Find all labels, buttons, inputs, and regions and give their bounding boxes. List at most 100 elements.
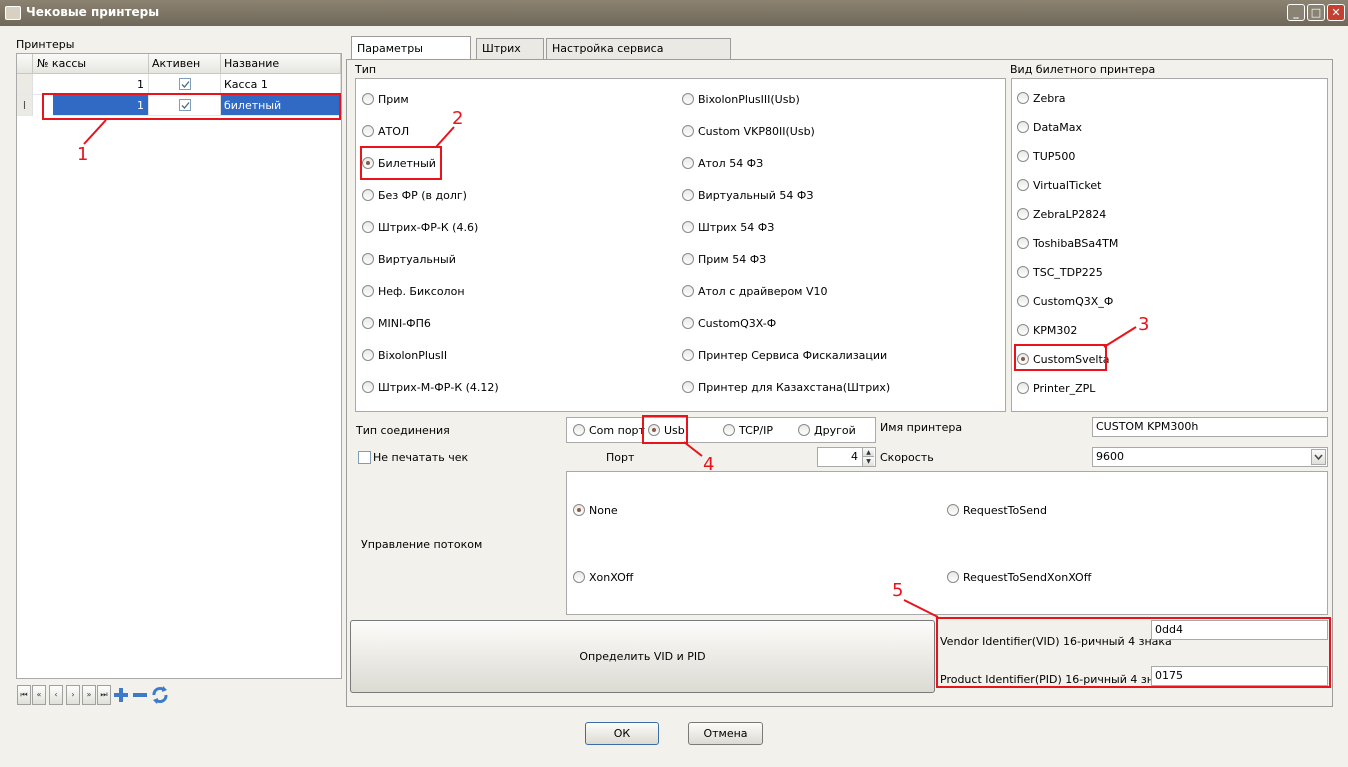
- type-option-label[interactable]: Прим 54 ФЗ: [698, 253, 766, 266]
- port-up-icon[interactable]: ▲: [862, 448, 874, 457]
- type-option-label[interactable]: Неф. Биксолон: [378, 285, 465, 298]
- ticket-printer-option-label[interactable]: TUP500: [1033, 150, 1075, 163]
- type-option-radio[interactable]: [362, 189, 374, 201]
- ticket-printer-option-label[interactable]: Printer_ZPL: [1033, 382, 1095, 395]
- ticket-printer-option-radio[interactable]: [1017, 179, 1029, 191]
- ticket-printer-option-label[interactable]: DataMax: [1033, 121, 1082, 134]
- port-down-icon[interactable]: ▼: [862, 457, 874, 466]
- tab-printer-params[interactable]: Параметры принтера: [351, 36, 471, 78]
- ticket-printer-option-radio[interactable]: [1017, 266, 1029, 278]
- printer-name-input[interactable]: CUSTOM KPM300h: [1092, 417, 1328, 437]
- detect-vid-pid-button[interactable]: Определить VID и PID: [350, 620, 935, 693]
- ticket-printer-option-radio[interactable]: [1017, 121, 1029, 133]
- table-row-name[interactable]: Касса 1: [221, 74, 341, 95]
- type-option-radio[interactable]: [682, 189, 694, 201]
- row-indicator[interactable]: [17, 74, 33, 95]
- type-option-radio[interactable]: [362, 285, 374, 297]
- row-selected-marker[interactable]: I: [17, 95, 33, 116]
- radio-flow-rts-xonxoff-label[interactable]: RequestToSendXonXOff: [963, 571, 1091, 584]
- type-option-radio[interactable]: [682, 317, 694, 329]
- maximize-button[interactable]: □: [1307, 4, 1325, 21]
- type-option-radio[interactable]: [362, 253, 374, 265]
- nav-last-button[interactable]: ⏭: [97, 685, 111, 705]
- ticket-printer-option-label[interactable]: KPM302: [1033, 324, 1077, 337]
- type-option-radio[interactable]: [682, 253, 694, 265]
- column-header-name[interactable]: Название: [221, 54, 341, 74]
- radio-other[interactable]: [798, 424, 810, 436]
- radio-flow-rts[interactable]: [947, 504, 959, 516]
- ticket-printer-option-label[interactable]: TSC_TDP225: [1033, 266, 1103, 279]
- ticket-printer-option-radio[interactable]: [1017, 295, 1029, 307]
- radio-flow-none-label[interactable]: None: [589, 504, 618, 517]
- type-option-label[interactable]: Штрих-ФР-К (4.6): [378, 221, 478, 234]
- nav-prev-button[interactable]: ‹: [49, 685, 63, 705]
- type-option-label[interactable]: Custom VKP80II(Usb): [698, 125, 815, 138]
- ticket-printer-option-radio[interactable]: [1017, 92, 1029, 104]
- type-option-label[interactable]: Без ФР (в долг): [378, 189, 467, 202]
- type-option-radio[interactable]: [682, 381, 694, 393]
- column-header-active[interactable]: Активен: [149, 54, 221, 74]
- type-option-radio[interactable]: [362, 317, 374, 329]
- type-option-radio[interactable]: [362, 221, 374, 233]
- minimize-button[interactable]: _: [1287, 4, 1305, 21]
- remove-record-icon[interactable]: [132, 685, 148, 705]
- title-bar[interactable]: Чековые принтеры _ □ ✕: [0, 0, 1348, 26]
- nav-first-button[interactable]: ⏮: [17, 685, 31, 705]
- type-option-label[interactable]: CustomQ3X-Ф: [698, 317, 776, 330]
- radio-com-port[interactable]: [573, 424, 585, 436]
- type-option-radio[interactable]: [682, 285, 694, 297]
- radio-flow-xonxoff-label[interactable]: XonXOff: [589, 571, 633, 584]
- radio-other-label[interactable]: Другой: [814, 424, 856, 437]
- radio-com-port-label[interactable]: Com порт: [589, 424, 645, 437]
- type-option-label[interactable]: Принтер Сервиса Фискализации: [698, 349, 887, 362]
- tab-barcode[interactable]: Штрих код: [476, 38, 544, 75]
- type-option-label[interactable]: Виртуальный 54 ФЗ: [698, 189, 813, 202]
- type-option-label[interactable]: BixolonPlusIII(Usb): [698, 93, 800, 106]
- ticket-printer-option-radio[interactable]: [1017, 150, 1029, 162]
- type-option-radio[interactable]: [682, 93, 694, 105]
- type-option-radio[interactable]: [682, 125, 694, 137]
- active-checkbox[interactable]: [179, 78, 191, 90]
- type-option-radio[interactable]: [682, 221, 694, 233]
- table-row-active[interactable]: [149, 74, 221, 95]
- nav-next-page-button[interactable]: »: [82, 685, 96, 705]
- radio-flow-none[interactable]: [573, 504, 585, 516]
- ticket-printer-option-radio[interactable]: [1017, 382, 1029, 394]
- table-row-kassa[interactable]: 1: [33, 74, 149, 95]
- radio-tcp-ip[interactable]: [723, 424, 735, 436]
- radio-flow-rts-label[interactable]: RequestToSend: [963, 504, 1047, 517]
- ticket-printer-option-label[interactable]: ToshibaBSa4TM: [1033, 237, 1118, 250]
- speed-select[interactable]: 9600: [1092, 447, 1328, 467]
- type-option-radio[interactable]: [362, 93, 374, 105]
- close-button[interactable]: ✕: [1327, 4, 1345, 21]
- ticket-printer-option-label[interactable]: ZebraLP2824: [1033, 208, 1106, 221]
- type-option-label[interactable]: Прим: [378, 93, 409, 106]
- type-option-radio[interactable]: [362, 349, 374, 361]
- type-option-label[interactable]: MINI-ФП6: [378, 317, 431, 330]
- nav-prev-page-button[interactable]: «: [32, 685, 46, 705]
- type-option-radio[interactable]: [362, 125, 374, 137]
- ticket-printer-option-radio[interactable]: [1017, 324, 1029, 336]
- add-record-icon[interactable]: [113, 685, 129, 705]
- ticket-printer-option-radio[interactable]: [1017, 208, 1029, 220]
- tab-fiscal-service[interactable]: Настройка сервиса фискализации: [546, 38, 731, 75]
- radio-tcp-ip-label[interactable]: TCP/IP: [739, 424, 773, 437]
- no-print-checkbox[interactable]: [358, 451, 371, 464]
- type-option-label[interactable]: Принтер для Казахстана(Штрих): [698, 381, 890, 394]
- refresh-icon[interactable]: [151, 685, 169, 705]
- type-option-label[interactable]: BixolonPlusII: [378, 349, 447, 362]
- cancel-button[interactable]: Отмена: [688, 722, 763, 745]
- ok-button[interactable]: ОК: [585, 722, 659, 745]
- nav-next-button[interactable]: ›: [66, 685, 80, 705]
- type-option-radio[interactable]: [362, 381, 374, 393]
- type-option-label[interactable]: Штрих 54 ФЗ: [698, 221, 774, 234]
- ticket-printer-option-label[interactable]: CustomQ3X_Ф: [1033, 295, 1113, 308]
- ticket-printer-option-label[interactable]: VirtualTicket: [1033, 179, 1102, 192]
- type-option-label[interactable]: Виртуальный: [378, 253, 456, 266]
- type-option-label[interactable]: Атол с драйвером V10: [698, 285, 828, 298]
- column-header-kassa[interactable]: № кассы: [33, 54, 149, 74]
- ticket-printer-option-label[interactable]: Zebra: [1033, 92, 1066, 105]
- radio-flow-rts-xonxoff[interactable]: [947, 571, 959, 583]
- type-option-radio[interactable]: [682, 349, 694, 361]
- no-print-label[interactable]: Не печатать чек: [373, 451, 468, 464]
